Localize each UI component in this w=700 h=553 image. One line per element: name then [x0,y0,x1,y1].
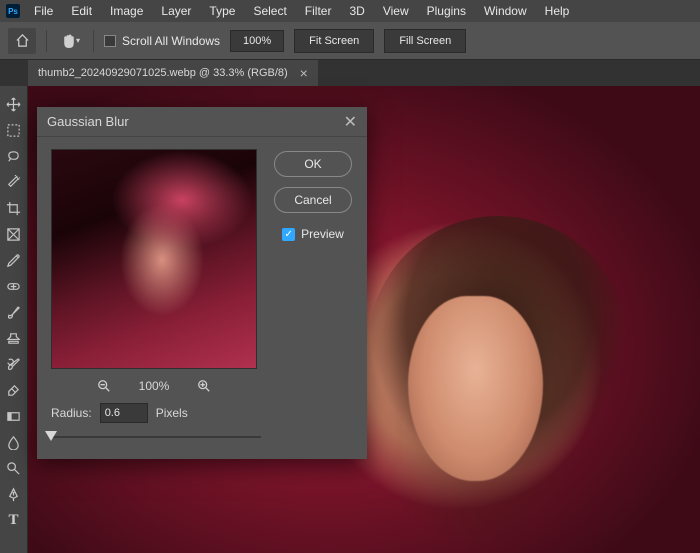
menu-3d[interactable]: 3D [341,1,372,21]
radius-label: Radius: [51,406,92,420]
slider-thumb-icon[interactable] [45,431,57,441]
zoom-in-button[interactable] [197,379,211,393]
lasso-tool[interactable] [1,144,27,168]
eyedropper-tool[interactable] [1,248,27,272]
radius-slider[interactable] [51,429,261,445]
home-icon [15,33,30,48]
dodge-tool[interactable] [1,456,27,480]
magic-wand-tool[interactable] [1,170,27,194]
separator [46,30,47,52]
scroll-all-windows-label: Scroll All Windows [122,34,220,48]
app-logo-icon: Ps [6,4,20,18]
menu-help[interactable]: Help [537,1,578,21]
preview-checkbox-label: Preview [301,227,344,241]
document-tab-bar: thumb2_20240929071025.webp @ 33.3% (RGB/… [0,60,700,86]
checkmark-icon: ✓ [282,228,295,241]
menu-image[interactable]: Image [102,1,151,21]
radius-unit-label: Pixels [156,406,188,420]
eraser-tool[interactable] [1,378,27,402]
brush-tool[interactable] [1,300,27,324]
zoom-out-button[interactable] [97,379,111,393]
fill-screen-button[interactable]: Fill Screen [384,29,466,53]
blur-tool[interactable] [1,430,27,454]
dialog-title: Gaussian Blur [47,114,129,129]
clone-stamp-tool[interactable] [1,326,27,350]
gaussian-blur-dialog: Gaussian Blur ✕ 100% OK Cancel [37,107,367,459]
document-tab[interactable]: thumb2_20240929071025.webp @ 33.3% (RGB/… [28,60,318,86]
menu-view[interactable]: View [375,1,417,21]
healing-brush-tool[interactable] [1,274,27,298]
frame-tool[interactable] [1,222,27,246]
menu-select[interactable]: Select [245,1,294,21]
crop-tool[interactable] [1,196,27,220]
preview-checkbox[interactable]: ✓ Preview [282,227,344,241]
gradient-tool[interactable] [1,404,27,428]
cancel-button[interactable]: Cancel [274,187,352,213]
menu-layer[interactable]: Layer [153,1,199,21]
filter-preview-image[interactable] [51,149,257,369]
menu-edit[interactable]: Edit [63,1,100,21]
tools-panel: T [0,86,28,553]
separator [93,30,94,52]
menu-filter[interactable]: Filter [297,1,340,21]
slider-track [51,436,261,438]
menu-window[interactable]: Window [476,1,535,21]
menu-type[interactable]: Type [201,1,243,21]
close-icon[interactable]: ✕ [344,112,357,132]
checkbox-icon [104,35,116,47]
type-tool[interactable]: T [1,508,27,532]
radius-input[interactable] [100,403,148,423]
hand-tool-icon[interactable]: ▾ [57,30,83,52]
history-brush-tool[interactable] [1,352,27,376]
pen-tool[interactable] [1,482,27,506]
scroll-all-windows-checkbox[interactable]: Scroll All Windows [104,34,220,48]
fit-screen-button[interactable]: Fit Screen [294,29,374,53]
menu-bar: Ps File Edit Image Layer Type Select Fil… [0,0,700,22]
document-tab-title: thumb2_20240929071025.webp @ 33.3% (RGB/… [38,67,288,79]
menu-plugins[interactable]: Plugins [419,1,474,21]
options-bar: ▾ Scroll All Windows 100% Fit Screen Fil… [0,22,700,60]
canvas-image [408,296,543,481]
zoom-level-field[interactable]: 100% [230,30,284,52]
close-tab-icon[interactable]: × [300,65,308,81]
marquee-tool[interactable] [1,118,27,142]
move-tool[interactable] [1,92,27,116]
preview-zoom-level: 100% [139,379,170,393]
home-button[interactable] [8,28,36,54]
menu-file[interactable]: File [26,1,61,21]
dialog-titlebar[interactable]: Gaussian Blur ✕ [37,107,367,137]
ok-button[interactable]: OK [274,151,352,177]
